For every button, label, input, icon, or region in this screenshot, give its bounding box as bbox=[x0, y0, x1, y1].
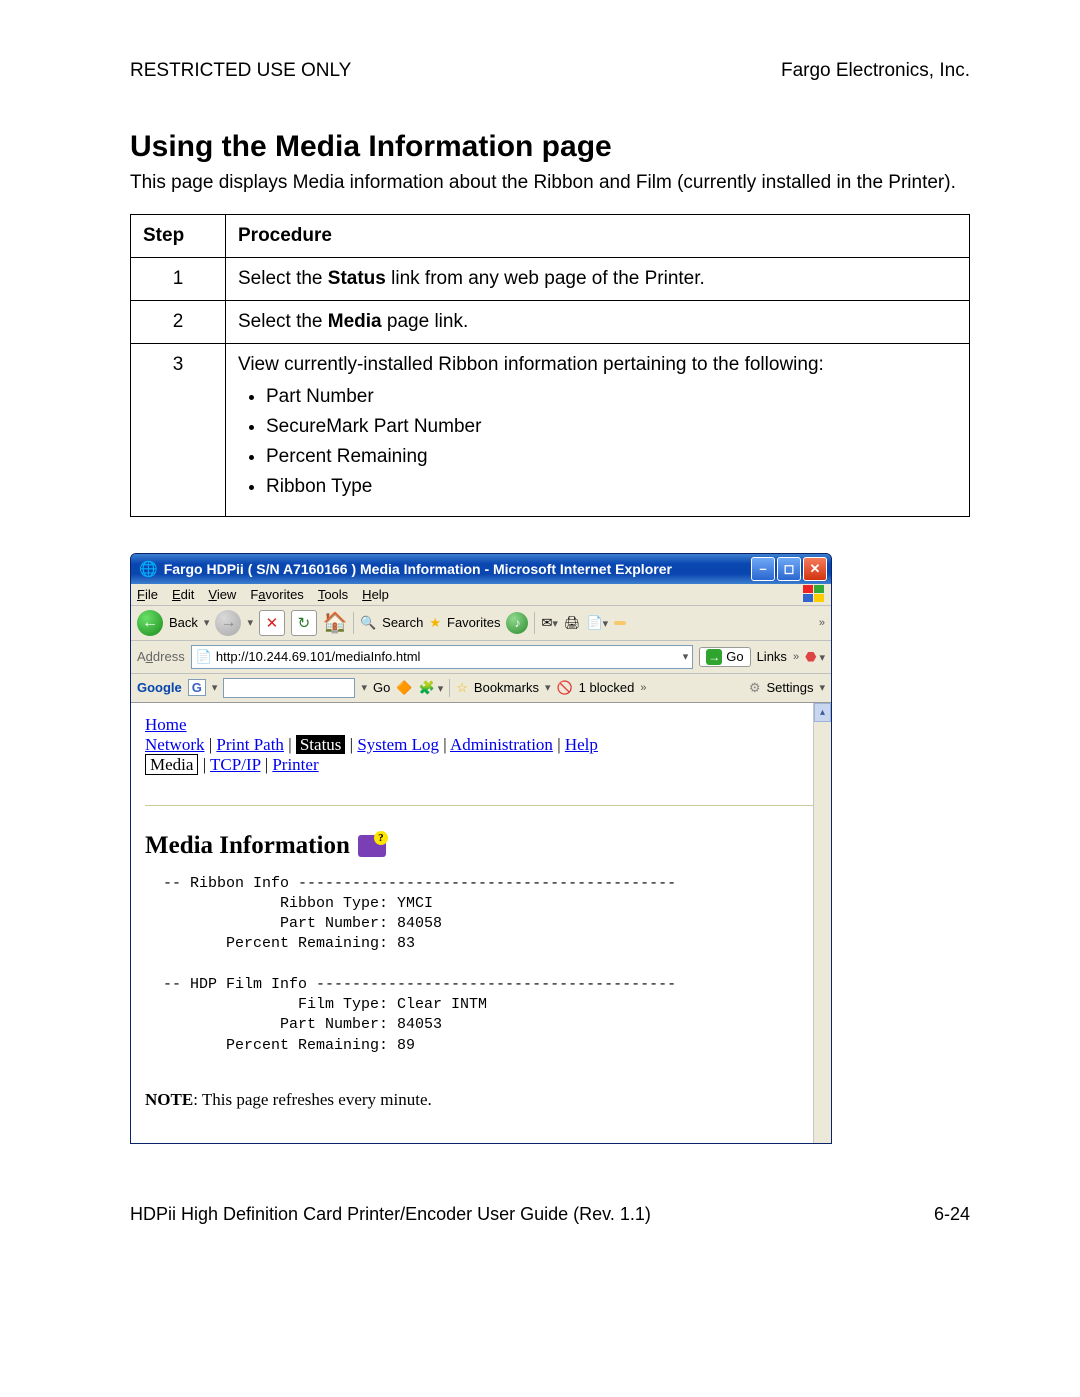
table-row: 2 Select the Media page link. bbox=[131, 300, 970, 343]
forward-button[interactable]: → bbox=[215, 610, 241, 636]
address-input[interactable]: 📄 http://10.244.69.101/mediaInfo.html ▾ bbox=[191, 645, 694, 669]
blocked-label[interactable]: 1 blocked bbox=[579, 680, 635, 695]
mail-icon[interactable]: ✉▾ bbox=[541, 615, 557, 631]
edit-icon[interactable]: 📄▾ bbox=[586, 615, 608, 631]
google-icon-1[interactable]: 🔶 bbox=[396, 680, 412, 696]
menubar: File Edit View Favorites Tools Help bbox=[131, 584, 831, 606]
ie-window: 🌐 Fargo HDPii ( S/N A7160166 ) Media Inf… bbox=[130, 553, 832, 1144]
bookmarks-button[interactable]: Bookmarks bbox=[474, 680, 539, 695]
step-num: 3 bbox=[131, 343, 226, 516]
footer-guide: HDPii High Definition Card Printer/Encod… bbox=[130, 1204, 651, 1225]
toolbar: ← Back ▾ →▾ ✕ ↻ 🏠 🔍 Search ★ Favorites ♪… bbox=[131, 606, 831, 641]
google-toolbar: Google G▾ ▾ Go 🔶 🧩 ▾ ☆ Bookmarks▾ 🚫 1 bl… bbox=[131, 674, 831, 703]
settings-button[interactable]: Settings bbox=[766, 680, 813, 695]
header-company: Fargo Electronics, Inc. bbox=[781, 60, 970, 82]
page-title: Using the Media Information page bbox=[130, 130, 970, 164]
link-media-selected[interactable]: Media bbox=[145, 754, 198, 775]
close-button[interactable]: ✕ bbox=[803, 557, 827, 581]
print-icon[interactable]: 🖨 bbox=[564, 615, 581, 631]
list-item: Ribbon Type bbox=[266, 476, 957, 498]
menu-view[interactable]: View bbox=[208, 587, 236, 602]
settings-gear-icon: ⚙ bbox=[749, 680, 761, 696]
footer-page: 6-24 bbox=[934, 1204, 970, 1225]
menu-edit[interactable]: Edit bbox=[172, 587, 194, 602]
list-item: Part Number bbox=[266, 386, 957, 408]
google-icon-2[interactable]: 🧩 ▾ bbox=[419, 680, 444, 696]
content-heading: Media Information bbox=[145, 832, 350, 860]
table-row: 1 Select the Status link from any web pa… bbox=[131, 257, 970, 300]
stop-button[interactable]: ✕ bbox=[259, 610, 285, 636]
header-restricted: RESTRICTED USE ONLY bbox=[130, 60, 351, 82]
search-button[interactable]: Search bbox=[382, 615, 423, 630]
snagit-icon[interactable]: ⬣ ▾ bbox=[805, 649, 825, 665]
google-go-button[interactable]: Go bbox=[373, 680, 390, 695]
list-item: Percent Remaining bbox=[266, 446, 957, 468]
link-printer[interactable]: Printer bbox=[272, 755, 318, 774]
scrollbar[interactable]: ▴ bbox=[813, 703, 831, 1143]
links-button[interactable]: Links bbox=[757, 649, 787, 664]
refresh-button[interactable]: ↻ bbox=[291, 610, 317, 636]
note-text: NOTE: This page refreshes every minute. bbox=[145, 1090, 817, 1110]
media-info-data: -- Ribbon Info -------------------------… bbox=[145, 874, 817, 1056]
home-button[interactable]: 🏠 bbox=[323, 611, 347, 635]
menu-file[interactable]: File bbox=[137, 587, 158, 602]
maximize-button[interactable]: ◻ bbox=[777, 557, 801, 581]
link-system-log[interactable]: System Log bbox=[357, 735, 439, 754]
page-icon: 📄 bbox=[196, 649, 212, 665]
link-help[interactable]: Help bbox=[565, 735, 598, 754]
toolbar-overflow-icon[interactable]: » bbox=[819, 617, 825, 629]
step-num: 2 bbox=[131, 300, 226, 343]
link-print-path[interactable]: Print Path bbox=[216, 735, 284, 754]
nav-links: Home Network | Print Path | Status | Sys… bbox=[145, 715, 817, 775]
address-label: Address bbox=[137, 649, 185, 664]
step-num: 1 bbox=[131, 257, 226, 300]
google-search-input[interactable] bbox=[223, 678, 355, 698]
procedure-table: Step Procedure 1 Select the Status link … bbox=[130, 214, 970, 517]
back-button[interactable]: ← bbox=[137, 610, 163, 636]
blocked-icon: 🚫 bbox=[556, 680, 572, 696]
minimize-button[interactable]: – bbox=[751, 557, 775, 581]
search-icon: 🔍 bbox=[360, 615, 376, 631]
step-text: Select the Status link from any web page… bbox=[226, 257, 970, 300]
address-bar: Address 📄 http://10.244.69.101/mediaInfo… bbox=[131, 641, 831, 674]
ie-page-icon: 🌐 bbox=[139, 560, 158, 578]
favorites-button[interactable]: Favorites bbox=[447, 615, 500, 630]
menu-tools[interactable]: Tools bbox=[318, 587, 348, 602]
go-button[interactable]: → Go bbox=[699, 647, 750, 667]
scroll-up-icon[interactable]: ▴ bbox=[814, 703, 831, 722]
list-item: SecureMark Part Number bbox=[266, 416, 957, 438]
page-content: ▴ Home Network | Print Path | Status | S… bbox=[131, 703, 831, 1143]
intro-text: This page displays Media information abo… bbox=[130, 170, 970, 196]
step-text: View currently-installed Ribbon informat… bbox=[226, 343, 970, 516]
step-text: Select the Media page link. bbox=[226, 300, 970, 343]
divider bbox=[145, 805, 817, 806]
titlebar: 🌐 Fargo HDPii ( S/N A7160166 ) Media Inf… bbox=[131, 554, 831, 584]
link-administration[interactable]: Administration bbox=[450, 735, 553, 754]
google-label: Google bbox=[137, 680, 182, 695]
link-home[interactable]: Home bbox=[145, 715, 187, 734]
google-g-icon: G bbox=[188, 679, 206, 696]
favorites-star-icon: ★ bbox=[429, 615, 441, 631]
link-status-selected[interactable]: Status bbox=[296, 735, 346, 754]
folder-icon[interactable] bbox=[614, 621, 626, 625]
link-network[interactable]: Network bbox=[145, 735, 204, 754]
go-arrow-icon: → bbox=[706, 649, 722, 665]
col-procedure: Procedure bbox=[226, 214, 970, 257]
window-title: Fargo HDPii ( S/N A7160166 ) Media Infor… bbox=[164, 561, 751, 577]
help-book-icon[interactable] bbox=[358, 835, 386, 857]
windows-flag-icon bbox=[803, 584, 825, 605]
menu-favorites[interactable]: Favorites bbox=[250, 587, 303, 602]
link-tcpip[interactable]: TCP/IP bbox=[210, 755, 260, 774]
media-button[interactable]: ♪ bbox=[506, 612, 528, 634]
back-label[interactable]: Back bbox=[169, 615, 198, 630]
google-overflow-icon[interactable]: » bbox=[640, 682, 646, 694]
bookmarks-star-icon: ☆ bbox=[456, 680, 468, 696]
col-step: Step bbox=[131, 214, 226, 257]
table-row: 3 View currently-installed Ribbon inform… bbox=[131, 343, 970, 516]
menu-help[interactable]: Help bbox=[362, 587, 389, 602]
